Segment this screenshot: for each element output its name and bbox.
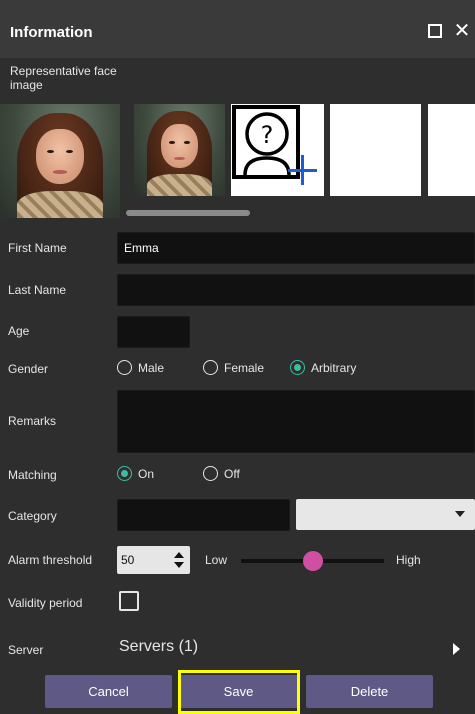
alarm-threshold-label: Alarm threshold (8, 553, 93, 567)
svg-text:?: ? (261, 121, 274, 149)
matching-off-label: Off (224, 466, 240, 481)
matching-label: Matching (8, 468, 57, 482)
alarm-threshold-value: 50 (121, 553, 135, 567)
close-icon[interactable]: ✕ (451, 20, 473, 42)
first-name-label: First Name (8, 241, 67, 255)
remarks-label: Remarks (8, 414, 57, 428)
last-name-input[interactable] (117, 274, 475, 306)
radio-circle (203, 466, 218, 481)
expand-arrow-icon[interactable] (453, 643, 460, 655)
cancel-button[interactable]: Cancel (45, 675, 172, 708)
gender-arbitrary-label: Arbitrary (311, 360, 357, 375)
gender-arbitrary-radio[interactable]: Arbitrary (290, 360, 356, 375)
maximize-icon[interactable] (424, 20, 446, 42)
face-slot-empty[interactable] (428, 104, 475, 196)
slider-thumb[interactable] (302, 551, 323, 571)
validity-period-label: Validity period (8, 596, 83, 610)
spin-down-icon[interactable] (174, 562, 184, 568)
spin-up-icon[interactable] (174, 552, 184, 558)
slider-low-label: Low (205, 553, 228, 567)
first-name-input[interactable]: Emma (117, 232, 475, 264)
category-label: Category (8, 509, 57, 523)
category-input[interactable] (117, 499, 290, 531)
representative-face-label: Representative face image (10, 64, 117, 92)
last-name-label: Last Name (8, 283, 67, 297)
representative-face-image[interactable] (0, 104, 120, 218)
gender-label: Gender (8, 362, 49, 376)
thumbnail-scrollbar[interactable] (126, 210, 250, 216)
alarm-threshold-spinbox[interactable]: 50 (117, 546, 190, 574)
server-label: Server (8, 643, 44, 657)
server-value[interactable]: Servers (1) (119, 638, 198, 656)
matching-off-radio[interactable]: Off (203, 466, 240, 481)
face-thumbnail[interactable] (134, 104, 225, 196)
age-label: Age (8, 324, 30, 338)
validity-period-checkbox[interactable] (119, 591, 139, 611)
delete-button[interactable]: Delete (306, 675, 433, 708)
face-slot-empty[interactable] (330, 104, 421, 196)
add-face-icon: ? (232, 105, 317, 185)
remarks-textarea[interactable] (117, 390, 475, 453)
gender-male-label: Male (138, 360, 165, 375)
radio-circle (203, 360, 218, 375)
gender-female-label: Female (224, 360, 265, 375)
gender-female-radio[interactable]: Female (203, 360, 264, 375)
radio-circle-selected (117, 466, 132, 481)
slider-high-label: High (396, 553, 421, 567)
radio-circle (117, 360, 132, 375)
title-bar: Information ✕ (0, 0, 475, 58)
gender-male-radio[interactable]: Male (117, 360, 164, 375)
radio-circle-selected (290, 360, 305, 375)
dropdown-arrow-icon (455, 511, 465, 517)
age-input[interactable] (117, 316, 190, 348)
add-face-button[interactable]: ? (231, 104, 324, 196)
category-dropdown[interactable] (296, 499, 475, 530)
save-button[interactable]: Save (179, 675, 298, 708)
matching-on-radio[interactable]: On (117, 466, 154, 481)
window-title: Information (10, 24, 93, 41)
matching-on-label: On (138, 466, 155, 481)
